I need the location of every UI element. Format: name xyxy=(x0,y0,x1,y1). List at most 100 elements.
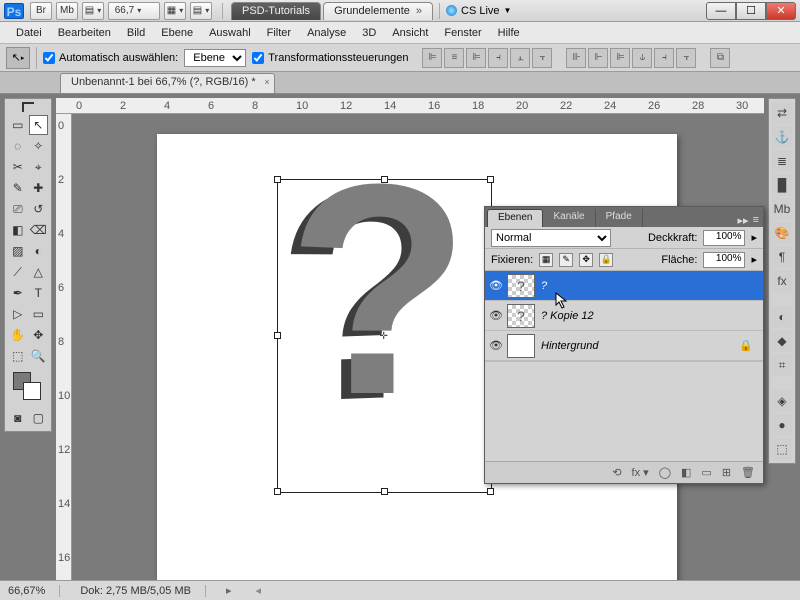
menu-auswahl[interactable]: Auswahl xyxy=(201,27,259,39)
color-swatches[interactable] xyxy=(8,372,48,402)
tool-button[interactable]: △ xyxy=(29,262,49,282)
zoom-field[interactable]: 66,7 xyxy=(108,2,160,20)
panel-icon[interactable]: ⇄ xyxy=(772,102,792,124)
menu-3d[interactable]: 3D xyxy=(354,27,384,39)
tool-button[interactable]: ✧ xyxy=(29,136,49,156)
layer-row[interactable]: 👁? ? Kopie 12 xyxy=(485,301,763,331)
menu-bild[interactable]: Bild xyxy=(119,27,153,39)
workspace-tab-psdtutorials[interactable]: PSD-Tutorials xyxy=(231,2,321,20)
tool-button[interactable]: 🔍 xyxy=(29,346,49,366)
layer-name[interactable]: ? xyxy=(541,280,547,292)
transform-handle[interactable] xyxy=(274,176,281,183)
lock-paint-icon[interactable]: ✎ xyxy=(559,253,573,267)
window-minimize[interactable]: — xyxy=(706,2,736,20)
transform-handle[interactable] xyxy=(381,488,388,495)
menu-fenster[interactable]: Fenster xyxy=(436,27,489,39)
tool-button[interactable]: T xyxy=(29,283,49,303)
panel-icon[interactable]: ≣ xyxy=(772,150,792,172)
tool-button[interactable]: ✥ xyxy=(29,325,49,345)
panel-icon[interactable]: █ xyxy=(772,174,792,196)
pivot-icon[interactable]: ✛ xyxy=(380,331,390,341)
background-swatch[interactable] xyxy=(23,382,41,400)
tab-kanaele[interactable]: Kanäle xyxy=(543,209,595,227)
tool-button[interactable]: ⌫ xyxy=(29,220,49,240)
visibility-icon[interactable]: 👁 xyxy=(485,309,507,322)
scroll-left-icon[interactable]: ◂ xyxy=(256,584,262,597)
panel-icon[interactable]: ◐ xyxy=(772,306,792,328)
tool-button[interactable]: ✎ xyxy=(8,178,28,198)
bridge-button[interactable]: Br xyxy=(30,2,52,20)
align-icon[interactable]: ⫞ xyxy=(488,48,508,68)
layers-footer-icon[interactable]: ◧ xyxy=(681,466,691,479)
lock-position-icon[interactable]: ✥ xyxy=(579,253,593,267)
panel-icon[interactable]: Mb xyxy=(772,198,792,220)
tool-button[interactable]: ⎚ xyxy=(8,199,28,219)
screenmode-icon[interactable]: ▢ xyxy=(29,408,49,428)
layers-footer-icon[interactable]: fx ▾ xyxy=(632,466,649,479)
align-icon[interactable]: ⫠ xyxy=(510,48,530,68)
opacity-slider-icon[interactable]: ▸ xyxy=(751,231,757,244)
layers-footer-icon[interactable]: ⟲ xyxy=(612,466,621,479)
tool-button[interactable]: ↺ xyxy=(29,199,49,219)
layers-footer-icon[interactable]: ⊞ xyxy=(722,466,731,479)
distribute-icon[interactable]: ⊫ xyxy=(610,48,630,68)
opacity-field[interactable]: 100% xyxy=(703,230,745,246)
tool-button[interactable]: ◧ xyxy=(8,220,28,240)
extras-button[interactable]: ▤ xyxy=(190,2,212,20)
transform-handle[interactable] xyxy=(274,488,281,495)
fill-slider-icon[interactable]: ▸ xyxy=(751,253,757,266)
panel-menu-icon[interactable]: ▸▸≡ xyxy=(738,214,759,227)
panel-icon[interactable]: ◆ xyxy=(772,330,792,352)
cslive-button[interactable]: CS Live▼ xyxy=(446,5,511,17)
visibility-icon[interactable]: 👁 xyxy=(485,339,507,352)
window-close[interactable]: ✕ xyxy=(766,2,796,20)
menu-hilfe[interactable]: Hilfe xyxy=(490,27,528,39)
layer-name[interactable]: ? Kopie 12 xyxy=(541,310,594,322)
tool-button[interactable]: ↖ xyxy=(29,115,49,135)
status-docsize[interactable]: Dok: 2,75 MB/5,05 MB xyxy=(80,585,206,597)
layers-footer-icon[interactable]: ◯ xyxy=(659,466,671,479)
distribute-icon[interactable]: ⫝ xyxy=(632,48,652,68)
screenmode-button[interactable]: ▤ xyxy=(82,2,104,20)
layer-name[interactable]: Hintergrund xyxy=(541,340,598,352)
arrange-button[interactable]: ▦ xyxy=(164,2,186,20)
layer-thumb[interactable]: ? xyxy=(507,274,535,298)
panel-icon[interactable]: ◈ xyxy=(772,390,792,412)
panel-icon[interactable]: fx xyxy=(772,270,792,292)
layer-row[interactable]: 👁Hintergrund🔒 xyxy=(485,331,763,361)
auto-select-input[interactable] xyxy=(43,52,55,64)
tool-button[interactable]: ✋ xyxy=(8,325,28,345)
panel-icon[interactable]: ⚓ xyxy=(772,126,792,148)
distribute-icon[interactable]: ⊪ xyxy=(566,48,586,68)
toolbox-handle[interactable] xyxy=(22,102,34,112)
tool-button[interactable]: ▨ xyxy=(8,241,28,261)
minibridge-button[interactable]: Mb xyxy=(56,2,78,20)
panel-icon[interactable]: ⌗ xyxy=(772,354,792,376)
transform-handle[interactable] xyxy=(487,488,494,495)
menu-datei[interactable]: Datei xyxy=(8,27,50,39)
layer-thumb[interactable]: ? xyxy=(507,304,535,328)
panel-icon[interactable]: 🎨 xyxy=(772,222,792,244)
menu-ansicht[interactable]: Ansicht xyxy=(384,27,436,39)
fill-field[interactable]: 100% xyxy=(703,252,745,268)
align-icon[interactable]: ⊫ xyxy=(466,48,486,68)
lock-pixels-icon[interactable]: ▦ xyxy=(539,253,553,267)
layers-footer-icon[interactable]: 🗑 xyxy=(741,466,755,479)
visibility-icon[interactable]: 👁 xyxy=(485,279,507,292)
align-icon[interactable]: ≡ xyxy=(444,48,464,68)
tab-ebenen[interactable]: Ebenen xyxy=(487,209,543,227)
status-menu-icon[interactable]: ▸ xyxy=(226,584,232,597)
align-icon[interactable]: ⊫ xyxy=(422,48,442,68)
autoalign-icon[interactable]: ⧉ xyxy=(710,48,730,68)
lock-all-icon[interactable]: 🔒 xyxy=(599,253,613,267)
transform-controls-input[interactable] xyxy=(252,52,264,64)
panel-icon[interactable]: ⬚ xyxy=(772,438,792,460)
tool-button[interactable]: ▭ xyxy=(8,115,28,135)
panel-icon[interactable]: ● xyxy=(772,414,792,436)
close-icon[interactable]: × xyxy=(264,77,269,87)
tab-pfade[interactable]: Pfade xyxy=(596,209,643,227)
tool-button[interactable]: ⌖ xyxy=(29,157,49,177)
menu-ebene[interactable]: Ebene xyxy=(153,27,201,39)
tool-button[interactable]: ⬚ xyxy=(8,346,28,366)
menu-analyse[interactable]: Analyse xyxy=(299,27,354,39)
